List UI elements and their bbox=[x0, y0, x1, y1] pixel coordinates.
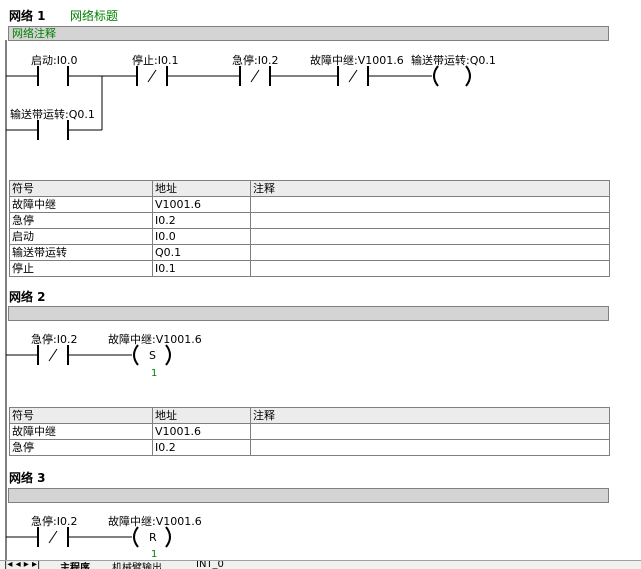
address-cell[interactable]: I0.2 bbox=[152, 439, 251, 456]
col-comment[interactable]: 注释 bbox=[250, 180, 610, 197]
comment-cell[interactable] bbox=[250, 260, 610, 277]
table-header-row: 符号 地址 注释 bbox=[9, 407, 610, 424]
n2-estop-contact-label[interactable]: 急停:I0.2 bbox=[31, 331, 77, 347]
stop-contact-label[interactable]: 停止:I0.1 bbox=[132, 52, 178, 68]
symbol-cell[interactable]: 输送带运转 bbox=[9, 244, 153, 261]
table-row[interactable]: 输送带运转 Q0.1 bbox=[9, 244, 610, 261]
network1-symbol-table: 符号 地址 注释 故障中继 V1001.6 急停 I0.2 启动 I0.0 输送… bbox=[9, 180, 610, 277]
comment-cell[interactable] bbox=[250, 423, 610, 440]
comment-cell[interactable] bbox=[250, 228, 610, 245]
comment-cell[interactable] bbox=[250, 439, 610, 456]
ladder-rails bbox=[5, 40, 471, 568]
comment-cell[interactable] bbox=[250, 244, 610, 261]
symbol-cell[interactable]: 急停 bbox=[9, 439, 153, 456]
table-row[interactable]: 故障中继 V1001.6 bbox=[9, 423, 610, 440]
col-symbol[interactable]: 符号 bbox=[9, 180, 153, 197]
network2-symbol-table: 符号 地址 注释 故障中继 V1001.6 急停 I0.2 bbox=[9, 407, 610, 456]
symbol-cell[interactable]: 停止 bbox=[9, 260, 153, 277]
network3-comment-bar[interactable] bbox=[8, 488, 609, 503]
n2-fault-coil-label[interactable]: 故障中继:V1001.6 bbox=[108, 331, 202, 347]
comment-cell[interactable] bbox=[250, 196, 610, 213]
symbol-cell[interactable]: 故障中继 bbox=[9, 423, 153, 440]
n3-fault-coil-label[interactable]: 故障中继:V1001.6 bbox=[108, 513, 202, 529]
address-cell[interactable]: V1001.6 bbox=[152, 196, 251, 213]
reset-coil-count: 1 bbox=[151, 549, 158, 560]
address-cell[interactable]: Q0.1 bbox=[152, 244, 251, 261]
network1-comment: 网络注释 bbox=[12, 27, 56, 40]
network1-subtitle[interactable]: 网络标题 bbox=[70, 7, 118, 24]
col-comment[interactable]: 注释 bbox=[250, 407, 610, 424]
table-row[interactable]: 启动 I0.0 bbox=[9, 228, 610, 245]
conveyor-coil-label[interactable]: 输送带运转:Q0.1 bbox=[411, 52, 496, 68]
network2-comment-bar[interactable] bbox=[8, 306, 609, 321]
table-row[interactable]: 故障中继 V1001.6 bbox=[9, 196, 610, 213]
col-address[interactable]: 地址 bbox=[152, 180, 251, 197]
fault-contact-label[interactable]: 故障中继:V1001.6 bbox=[310, 52, 404, 68]
table-row[interactable]: 急停 I0.2 bbox=[9, 439, 610, 456]
address-cell[interactable]: V1001.6 bbox=[152, 423, 251, 440]
comment-cell[interactable] bbox=[250, 212, 610, 229]
start-contact-label[interactable]: 启动:I0.0 bbox=[31, 52, 77, 68]
n3-estop-contact-label[interactable]: 急停:I0.2 bbox=[31, 513, 77, 529]
table-row[interactable]: 急停 I0.2 bbox=[9, 212, 610, 229]
set-coil-letter: S bbox=[149, 349, 156, 362]
network1-comment-bar[interactable]: 网络注释 bbox=[8, 26, 609, 41]
symbol-cell[interactable]: 启动 bbox=[9, 228, 153, 245]
col-address[interactable]: 地址 bbox=[152, 407, 251, 424]
estop-contact-label[interactable]: 急停:I0.2 bbox=[232, 52, 278, 68]
table-header-row: 符号 地址 注释 bbox=[9, 180, 610, 197]
conveyor-hold-contact-label[interactable]: 输送带运转:Q0.1 bbox=[10, 106, 95, 122]
reset-coil-letter: R bbox=[149, 531, 157, 544]
symbol-cell[interactable]: 故障中继 bbox=[9, 196, 153, 213]
network1-title[interactable]: 网络 1 bbox=[9, 7, 46, 24]
network3-title[interactable]: 网络 3 bbox=[9, 469, 46, 486]
address-cell[interactable]: I0.1 bbox=[152, 260, 251, 277]
address-cell[interactable]: I0.2 bbox=[152, 212, 251, 229]
col-symbol[interactable]: 符号 bbox=[9, 407, 153, 424]
set-coil-count: 1 bbox=[151, 368, 158, 379]
symbol-cell[interactable]: 急停 bbox=[9, 212, 153, 229]
address-cell[interactable]: I0.0 bbox=[152, 228, 251, 245]
network2-title[interactable]: 网络 2 bbox=[9, 288, 46, 305]
table-row[interactable]: 停止 I0.1 bbox=[9, 260, 610, 277]
